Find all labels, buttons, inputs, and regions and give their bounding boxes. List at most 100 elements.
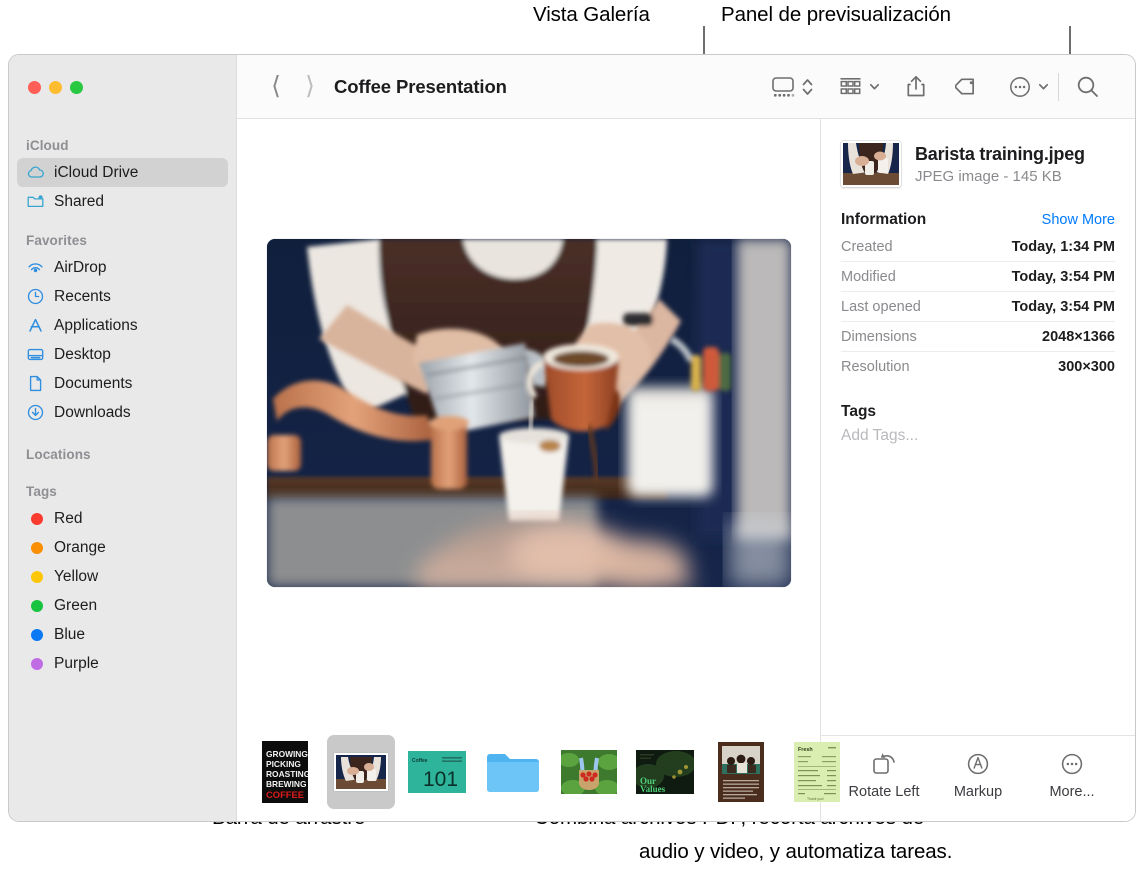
- toolbar-main: ⟨ ⟩ Coffee Presentation: [237, 55, 1135, 119]
- thumbnail-barista-training-photo[interactable]: [327, 735, 395, 809]
- sidebar-item-tag-blue[interactable]: Blue: [17, 620, 228, 649]
- tag-icon[interactable]: [955, 74, 980, 99]
- svg-text:101: 101: [423, 768, 458, 791]
- gallery-pane: GROWING PICKING ROASTING BREWING COFFEE: [237, 119, 840, 821]
- tag-dot-icon: [26, 509, 45, 528]
- sidebar-item-label: Shared: [54, 192, 104, 210]
- tag-dot-icon: [26, 625, 45, 644]
- information-title: Information: [841, 211, 927, 228]
- applications-icon: [26, 316, 45, 335]
- file-name: Barista training.jpeg: [915, 143, 1085, 164]
- thumbnail-coffee-poster[interactable]: GROWING PICKING ROASTING BREWING COFFEE: [251, 735, 319, 809]
- svg-text:ROASTING: ROASTING: [266, 769, 308, 779]
- chevron-down-icon[interactable]: [1037, 80, 1050, 93]
- group-by-control: [838, 75, 881, 99]
- sidebar-item-label: iCloud Drive: [54, 163, 139, 181]
- thumbnail-coffee-cherries-photo[interactable]: [555, 735, 623, 809]
- sidebar-item-applications[interactable]: Applications: [17, 311, 228, 340]
- file-header-text: Barista training.jpeg JPEG image - 145 K…: [915, 144, 1085, 185]
- callout-more-tools-line2: audio y video, y automatiza tareas.: [639, 840, 953, 863]
- info-value: 2048×1366: [1042, 329, 1115, 345]
- back-button[interactable]: ⟨: [259, 74, 293, 99]
- sidebar-item-tag-orange[interactable]: Orange: [17, 533, 228, 562]
- info-value: Today, 3:54 PM: [1011, 269, 1115, 285]
- file-meta: JPEG image - 145 KB: [915, 167, 1062, 185]
- traffic-lights: [9, 55, 237, 119]
- gallery-view-icon[interactable]: [770, 75, 796, 99]
- sidebar-item-label: Purple: [54, 654, 99, 672]
- info-row-created: Created Today, 1:34 PM: [841, 232, 1115, 262]
- sidebar-item-airdrop[interactable]: AirDrop: [17, 253, 228, 282]
- info-row-modified: Modified Today, 3:54 PM: [841, 262, 1115, 292]
- sidebar-item-tag-purple[interactable]: Purple: [17, 649, 228, 678]
- sidebar-item-tag-green[interactable]: Green: [17, 591, 228, 620]
- rotate-left-icon: [870, 751, 898, 777]
- info-key: Modified: [841, 269, 896, 285]
- thumbnail-coffee-101-slide[interactable]: Coffee 101: [403, 735, 471, 809]
- thumbnail-our-values-slide[interactable]: Our Values: [631, 735, 699, 809]
- sidebar-item-tag-yellow[interactable]: Yellow: [17, 562, 228, 591]
- drag-bar-filmstrip[interactable]: GROWING PICKING ROASTING BREWING COFFEE: [237, 729, 840, 821]
- downloads-icon: [26, 403, 45, 422]
- svg-text:COFFEE: COFFEE: [266, 789, 304, 800]
- group-by-icon[interactable]: [838, 75, 863, 99]
- sidebar-item-tag-red[interactable]: Red: [17, 504, 228, 533]
- info-key: Created: [841, 239, 893, 255]
- tag-dot-icon: [26, 596, 45, 615]
- markup-button[interactable]: Markup: [932, 751, 1024, 800]
- shared-folder-icon: [26, 192, 45, 211]
- info-key: Resolution: [841, 359, 910, 375]
- sidebar-header-favorites: Favorites: [26, 233, 87, 248]
- hero-preview-image[interactable]: [266, 239, 791, 587]
- sidebar-item-label: AirDrop: [54, 258, 107, 276]
- file-header: Barista training.jpeg JPEG image - 145 K…: [841, 141, 1115, 187]
- sidebar-item-label: Green: [54, 596, 98, 614]
- inspector-content: Barista training.jpeg JPEG image - 145 K…: [821, 119, 1135, 735]
- clock-icon: [26, 287, 45, 306]
- markup-label: Markup: [953, 784, 1003, 800]
- up-down-chevron-icon[interactable]: [801, 74, 814, 100]
- search-icon[interactable]: [1075, 74, 1101, 100]
- chevron-down-icon[interactable]: [868, 80, 881, 93]
- sidebar: iCloud iCloud Drive Shared Favorites Air…: [9, 119, 237, 821]
- tag-dot-icon: [26, 567, 45, 586]
- sidebar-item-label: Red: [54, 509, 83, 527]
- minimize-button[interactable]: [49, 80, 62, 94]
- airdrop-icon: [26, 258, 45, 277]
- view-controls: [770, 74, 814, 100]
- tag-dot-icon: [26, 654, 45, 673]
- info-row-dimensions: Dimensions 2048×1366: [841, 322, 1115, 352]
- maximize-button[interactable]: [70, 80, 83, 94]
- more-actions-button[interactable]: More...: [1026, 751, 1118, 800]
- sidebar-item-label: Orange: [54, 538, 106, 556]
- info-key: Dimensions: [841, 329, 917, 345]
- finder-window: ⟨ ⟩ Coffee Presentation iCloud iCloud Dr…: [8, 54, 1136, 822]
- svg-text:Coffee: Coffee: [412, 758, 428, 764]
- show-more-link[interactable]: Show More: [1042, 212, 1115, 228]
- sidebar-item-desktop[interactable]: Desktop: [17, 340, 228, 369]
- sidebar-item-label: Recents: [54, 287, 111, 305]
- share-icon[interactable]: [905, 74, 927, 99]
- close-button[interactable]: [28, 80, 41, 94]
- sidebar-item-shared[interactable]: Shared: [17, 187, 228, 216]
- window-toolbar: ⟨ ⟩ Coffee Presentation: [9, 55, 1135, 119]
- window-body: iCloud iCloud Drive Shared Favorites Air…: [9, 119, 1135, 821]
- sidebar-item-recents[interactable]: Recents: [17, 282, 228, 311]
- preview-stage: [237, 119, 820, 729]
- sidebar-header-icloud: iCloud: [26, 138, 69, 153]
- thumbnail-blue-folder[interactable]: [479, 735, 547, 809]
- info-value: Today, 3:54 PM: [1011, 299, 1115, 315]
- preview-inspector-panel: Barista training.jpeg JPEG image - 145 K…: [821, 119, 1135, 821]
- sidebar-item-documents[interactable]: Documents: [17, 369, 228, 398]
- cloud-icon: [26, 163, 45, 182]
- sidebar-item-icloud-drive[interactable]: iCloud Drive: [17, 158, 228, 187]
- thumbnail-meeting-document[interactable]: [707, 735, 775, 809]
- sidebar-header-locations: Locations: [26, 447, 91, 462]
- svg-text:Thank you!: Thank you!: [807, 797, 824, 801]
- sidebar-item-downloads[interactable]: Downloads: [17, 398, 228, 427]
- rotate-left-button[interactable]: Rotate Left: [838, 751, 930, 800]
- more-circle-icon[interactable]: [1008, 75, 1032, 99]
- forward-button[interactable]: ⟩: [293, 74, 327, 99]
- add-tags-input[interactable]: Add Tags...: [841, 427, 1115, 445]
- markup-icon: [964, 751, 992, 777]
